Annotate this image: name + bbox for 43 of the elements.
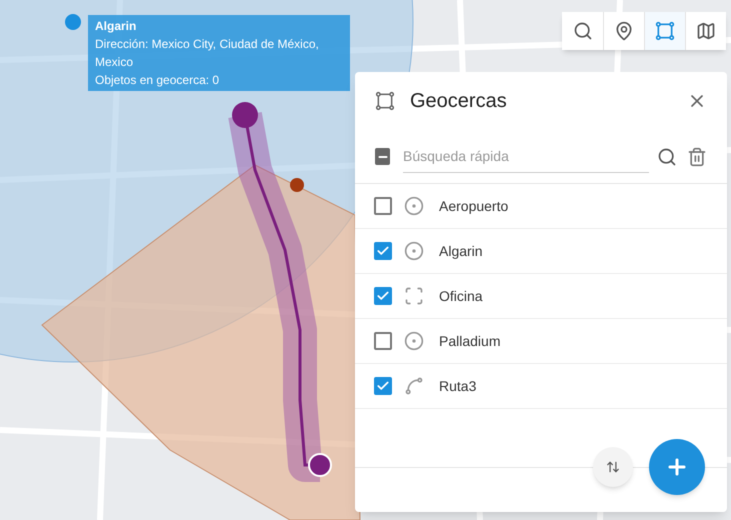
search-icon bbox=[657, 146, 677, 166]
checkbox[interactable] bbox=[374, 197, 392, 215]
circle-dot-icon bbox=[404, 196, 424, 216]
select-all-checkbox[interactable] bbox=[375, 148, 390, 165]
search-field[interactable]: Búsqueda rápida bbox=[403, 140, 649, 172]
checkbox[interactable] bbox=[374, 332, 392, 350]
toolbar-button[interactable] bbox=[562, 12, 603, 50]
toolbar-button[interactable] bbox=[603, 12, 644, 50]
dashed-square-icon bbox=[404, 286, 424, 306]
geofence-name: Algarin bbox=[439, 242, 483, 261]
checkbox[interactable] bbox=[374, 377, 392, 395]
square-nodes-icon bbox=[375, 91, 395, 111]
check-icon bbox=[376, 244, 390, 258]
square-nodes-icon bbox=[655, 21, 675, 41]
geofence-row[interactable]: Aeropuerto bbox=[355, 184, 727, 229]
geofence-name: Ruta3 bbox=[439, 376, 476, 396]
tooltip-title: Algarin bbox=[95, 18, 138, 35]
delete-button[interactable] bbox=[687, 146, 707, 166]
geofence-row[interactable]: Oficina bbox=[355, 274, 727, 319]
add-button[interactable] bbox=[649, 439, 705, 495]
map-pin-icon bbox=[614, 21, 634, 41]
checkbox[interactable] bbox=[374, 287, 392, 305]
geofence-row[interactable]: Palladium bbox=[355, 319, 727, 364]
toolbar-button[interactable] bbox=[685, 12, 726, 50]
sort-button[interactable] bbox=[593, 447, 633, 487]
toolbar-button[interactable] bbox=[644, 12, 685, 50]
circle-dot-icon bbox=[404, 331, 424, 351]
geofence-row[interactable]: Ruta3 bbox=[355, 364, 727, 409]
tooltip-text: Dirección: Mexico City, Ciudad de México, Mexico bbox=[95, 36, 320, 71]
tooltip-text: Objetos en geocerca: 0 bbox=[95, 72, 220, 89]
geofence-name: Palladium bbox=[439, 332, 500, 350]
geofence-name: Aeropuerto bbox=[439, 196, 508, 216]
route-icon bbox=[404, 376, 424, 396]
map-icon bbox=[696, 21, 716, 41]
check-icon bbox=[376, 289, 390, 303]
circle-dot-icon bbox=[404, 241, 424, 261]
panel-title: Geocercas bbox=[410, 89, 507, 114]
check-icon bbox=[376, 379, 390, 393]
geofence-row[interactable]: Algarin bbox=[355, 229, 727, 274]
sort-arrows-icon bbox=[606, 460, 620, 474]
geofence-name: Oficina bbox=[439, 286, 483, 306]
checkbox[interactable] bbox=[374, 242, 392, 260]
search-icon bbox=[572, 21, 592, 41]
